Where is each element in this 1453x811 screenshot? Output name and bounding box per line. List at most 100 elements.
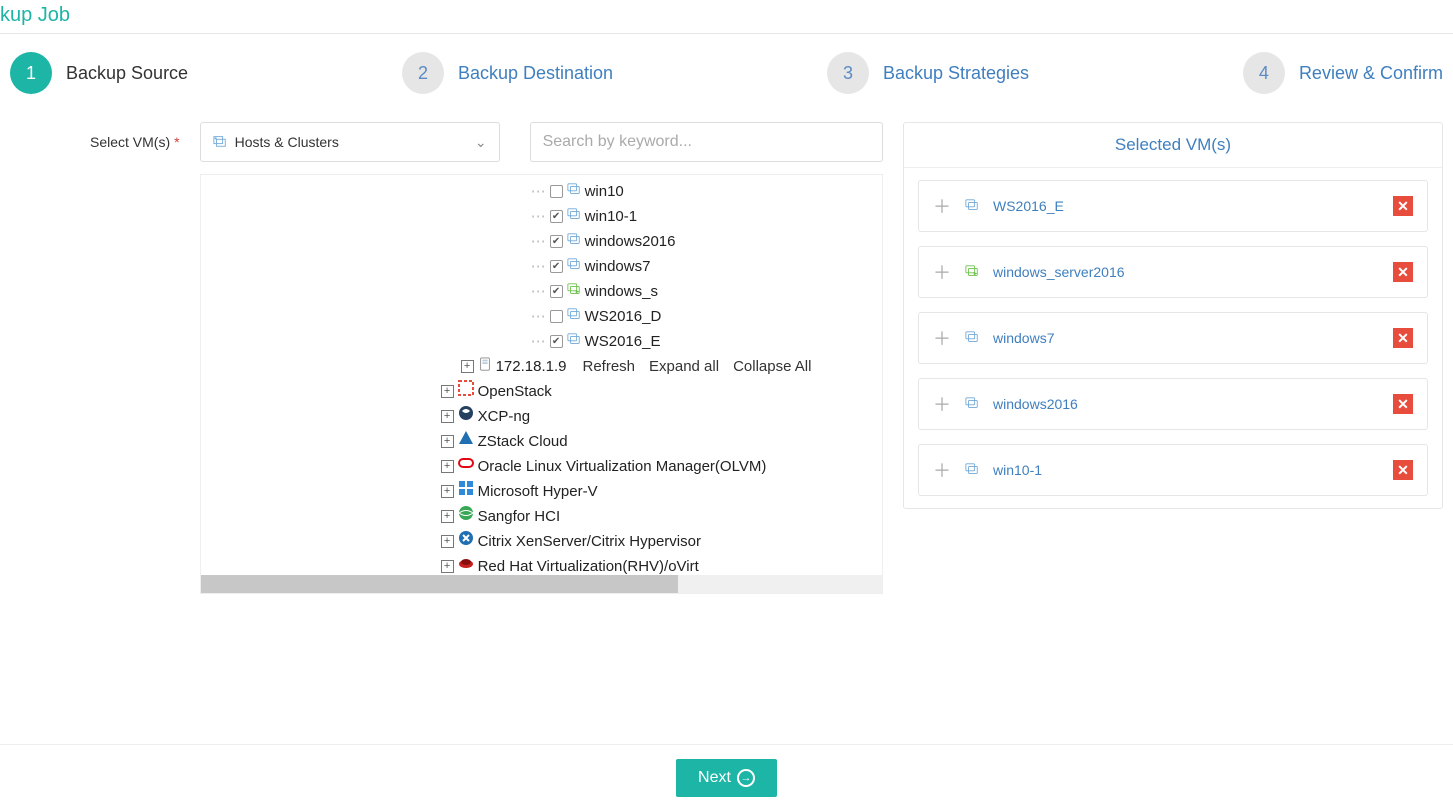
tree-provider-row[interactable]: + Oracle Linux Virtualization Manager(OLV… [201,454,882,479]
provider-icon [458,404,474,429]
selected-vm-item: ＋windows7✕ [918,312,1428,364]
selected-vm-name: WS2016_E [993,198,1379,214]
tree-vm-row[interactable]: ⋯windows7 [201,254,882,279]
tree-vm-row[interactable]: ⋯win10 [201,179,882,204]
view-selector-label: Hosts & Clusters [235,134,339,150]
provider-name: OpenStack [478,379,552,404]
vm-checkbox[interactable] [550,210,563,223]
step-number-circle: 1 [10,52,52,94]
expand-selected-icon[interactable]: ＋ [933,193,951,219]
collapse-all-action[interactable]: Collapse All [733,358,811,375]
tree-provider-row[interactable]: +Sangfor HCI [201,504,882,529]
page-title: kup Job [0,0,1453,33]
vm-icon [965,396,979,413]
vm-checkbox[interactable] [550,185,563,198]
tree-vm-row[interactable]: ⋯ windows2016 [201,229,882,254]
tree-provider-row[interactable]: + OpenStack [201,379,882,404]
tree-connector: ⋯ [531,304,544,329]
selected-vm-name: windows_server2016 [993,264,1379,280]
tree-provider-row[interactable]: + ZStack Cloud [201,429,882,454]
vm-checkbox[interactable] [550,285,563,298]
expand-all-action[interactable]: Expand all [649,358,719,375]
next-button[interactable]: Next → [676,759,777,797]
vm-tree[interactable]: ⋯win10⋯win10-1⋯windows2016⋯windows7⋯wind… [200,174,883,594]
tree-vm-row[interactable]: ⋯win10-1 [201,204,882,229]
wizard-step: 1 Backup Source [10,52,188,94]
vm-checkbox[interactable] [550,310,563,323]
tree-provider-row[interactable]: + XCP-ng [201,404,882,429]
vm-name: WS2016_E [585,329,661,354]
expand-selected-icon[interactable]: ＋ [933,391,951,417]
tree-connector: ⋯ [531,279,544,304]
selected-vms-panel: Selected VM(s) ＋ WS2016_E ✕ ＋ windows_server… [903,122,1443,509]
selected-vm-item: ＋ WS2016_E ✕ [918,180,1428,232]
step-label: Review & Confirm [1299,63,1443,84]
expand-toggle[interactable]: + [441,410,454,423]
tree-vm-row[interactable]: ⋯windows_s [201,279,882,304]
tree-vm-row[interactable]: ⋯ WS2016_D [201,304,882,329]
vm-icon [965,264,979,281]
provider-name: ZStack Cloud [478,429,568,454]
expand-toggle[interactable]: + [441,560,454,573]
remove-selected-button[interactable]: ✕ [1393,196,1413,216]
chevron-down-icon: ⌄ [475,134,487,151]
vm-icon [567,279,581,304]
search-input[interactable] [530,122,883,162]
expand-toggle[interactable]: + [441,435,454,448]
tree-host-row[interactable]: +172.18.1.9 Refresh Expand all Collapse All [201,354,882,379]
vm-checkbox[interactable] [550,335,563,348]
tree-provider-row[interactable]: +Citrix XenServer/Citrix Hypervisor [201,529,882,554]
selected-vm-item: ＋ windows_server2016 ✕ [918,246,1428,298]
vm-name: WS2016_D [585,304,662,329]
vm-icon [567,179,581,204]
remove-selected-button[interactable]: ✕ [1393,328,1413,348]
selected-vms-title: Selected VM(s) [904,123,1442,168]
expand-toggle[interactable]: + [441,460,454,473]
expand-selected-icon[interactable]: ＋ [933,325,951,351]
provider-icon [458,454,474,479]
vm-icon [965,198,979,215]
footer-bar: Next → [0,744,1453,811]
tree-connector: ⋯ [531,329,544,354]
tree-provider-row[interactable]: +Microsoft Hyper-V [201,479,882,504]
vm-icon [965,462,979,479]
step-label: Backup Destination [458,63,613,84]
tree-connector: ⋯ [531,229,544,254]
view-selector[interactable]: Hosts & Clusters ⌄ [200,122,500,162]
expand-selected-icon[interactable]: ＋ [933,457,951,483]
step-number-circle: 2 [402,52,444,94]
step-label: Backup Strategies [883,63,1029,84]
provider-icon [458,529,474,554]
vm-icon [567,204,581,229]
vm-checkbox[interactable] [550,260,563,273]
expand-toggle[interactable]: + [441,385,454,398]
vm-name: win10 [585,179,624,204]
vm-name: win10-1 [585,204,638,229]
expand-toggle[interactable]: + [441,485,454,498]
tree-vm-row[interactable]: ⋯ WS2016_E [201,329,882,354]
expand-toggle[interactable]: + [441,535,454,548]
wizard-step[interactable]: 2 Backup Destination [402,52,613,94]
expand-toggle[interactable]: + [441,510,454,523]
step-number-circle: 3 [827,52,869,94]
selected-vm-name: windows2016 [993,396,1379,412]
vm-icon [567,304,581,329]
vm-checkbox[interactable] [550,235,563,248]
remove-selected-button[interactable]: ✕ [1393,460,1413,480]
wizard-step[interactable]: 3 Backup Strategies [827,52,1029,94]
provider-name: Oracle Linux Virtualization Manager(OLVM… [478,454,767,479]
expand-selected-icon[interactable]: ＋ [933,259,951,285]
step-label: Backup Source [66,63,188,84]
selected-vm-name: win10-1 [993,462,1379,478]
wizard-step[interactable]: 4Review & Confirm [1243,52,1443,94]
host-icon [478,354,492,379]
refresh-action[interactable]: Refresh [582,358,635,375]
provider-name: XCP-ng [478,404,531,429]
vm-name: windows2016 [585,229,676,254]
host-ip: 172.18.1.9 [496,354,567,379]
expand-toggle[interactable]: + [461,360,474,373]
remove-selected-button[interactable]: ✕ [1393,394,1413,414]
horizontal-scrollbar[interactable] [201,575,882,593]
vm-icon [567,254,581,279]
remove-selected-button[interactable]: ✕ [1393,262,1413,282]
